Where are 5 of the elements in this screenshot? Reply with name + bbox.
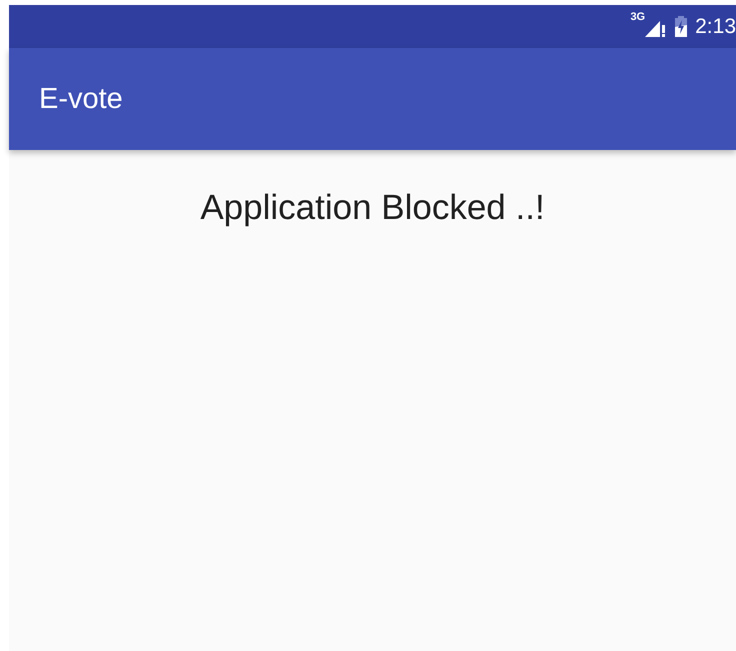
network-type-label: 3G (630, 10, 646, 22)
clock-time: 2:13 (695, 14, 736, 38)
battery-icon (675, 16, 688, 37)
app-title: E-vote (39, 82, 123, 116)
blocked-message: Application Blocked ..! (200, 188, 545, 228)
